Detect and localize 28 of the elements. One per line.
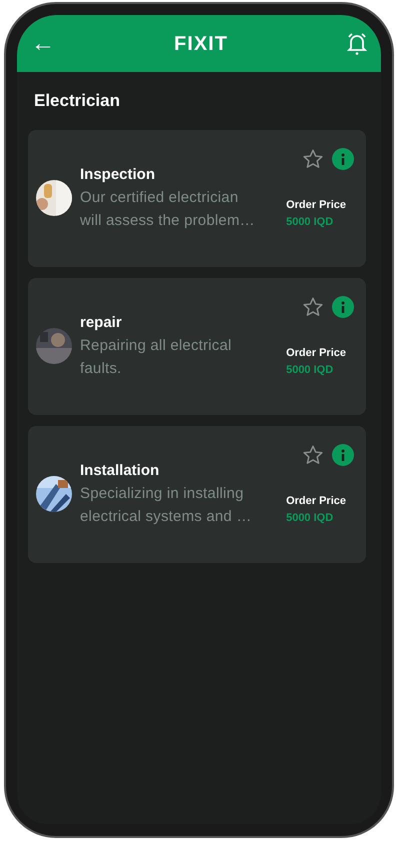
service-card[interactable]: Inspection Our certified electrician will assess the problem… Order Price 5000 IQD — [28, 130, 366, 266]
price-value: 5000 IQD — [286, 510, 334, 526]
price-label: Order Price — [286, 346, 346, 361]
service-name: Inspection — [80, 164, 156, 184]
favorite-star-button[interactable] — [302, 296, 324, 318]
service-description: Repairing all electrical faults. — [80, 336, 233, 379]
page-title: Electrician — [33, 90, 121, 112]
price-label: Order Price — [286, 198, 346, 213]
service-name: Installation — [80, 460, 160, 480]
service-description: Specializing in installing electrical systems and … — [80, 484, 253, 527]
favorite-star-button[interactable] — [302, 148, 324, 170]
info-icon — [341, 448, 345, 460]
app-title: FIXIT — [174, 32, 228, 56]
price-label: Order Price — [286, 494, 346, 509]
service-description: Our certified electrician will assess the problem… — [80, 188, 255, 231]
info-button[interactable] — [332, 444, 354, 466]
info-button[interactable] — [332, 296, 354, 318]
service-card[interactable]: repair Repairing all electrical faults. Order Price 5000 IQD — [28, 278, 366, 414]
info-icon — [341, 152, 345, 164]
back-button[interactable]: ← — [31, 32, 55, 56]
service-card[interactable]: Installation Specializing in installing electrical systems and … Order Price 5000 IQD — [28, 426, 366, 562]
info-button[interactable] — [332, 148, 354, 170]
price-value: 5000 IQD — [286, 214, 334, 230]
favorite-star-button[interactable] — [302, 444, 324, 466]
notification-bell-icon[interactable] — [346, 32, 367, 56]
service-name: repair — [80, 312, 123, 332]
price-value: 5000 IQD — [286, 362, 334, 378]
info-icon — [341, 300, 345, 312]
